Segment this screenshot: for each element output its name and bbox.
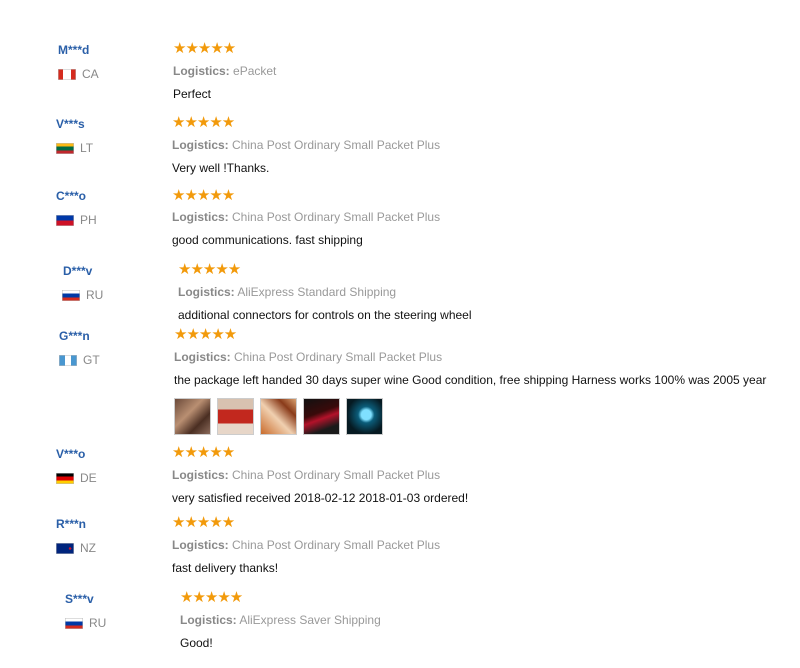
logistics-label: Logistics: [172, 468, 229, 482]
star-rating: ★★★★★ [173, 40, 236, 57]
flag-russia-icon [62, 289, 80, 301]
review-photo-thumbnail[interactable] [303, 398, 340, 435]
logistics-method: ePacket [233, 64, 277, 78]
reviewer-name[interactable]: R***n [56, 517, 86, 531]
logistics-info: Logistics: AliExpress Standard Shipping [178, 285, 396, 299]
feedback-text: good communications. fast shipping [172, 233, 363, 247]
feedback-text: the package left handed 30 days super wi… [174, 373, 767, 387]
review-photos [174, 398, 383, 435]
logistics-label: Logistics: [172, 210, 229, 224]
logistics-method: AliExpress Standard Shipping [237, 285, 397, 299]
country-code: LT [80, 141, 94, 155]
star-rating: ★★★★★ [180, 589, 243, 606]
logistics-label: Logistics: [174, 350, 231, 364]
logistics-label: Logistics: [172, 538, 229, 552]
feedback-text: Perfect [173, 87, 212, 101]
logistics-method: China Post Ordinary Small Packet Plus [232, 468, 441, 482]
logistics-info: Logistics: AliExpress Saver Shipping [180, 613, 381, 627]
star-rating: ★★★★★ [172, 514, 235, 531]
logistics-method: China Post Ordinary Small Packet Plus [234, 350, 443, 364]
star-rating: ★★★★★ [178, 261, 241, 278]
logistics-info: Logistics: China Post Ordinary Small Pac… [172, 138, 440, 152]
reviewer-name[interactable]: C***o [56, 189, 86, 203]
feedback-text: Very well !Thanks. [172, 161, 270, 175]
reviewer-country: CA [58, 67, 99, 81]
country-code: NZ [80, 541, 96, 555]
star-rating: ★★★★★ [172, 187, 235, 204]
logistics-label: Logistics: [173, 64, 230, 78]
country-code: GT [83, 353, 100, 367]
logistics-method: China Post Ordinary Small Packet Plus [232, 210, 441, 224]
reviewer-country: RU [62, 288, 103, 302]
star-rating: ★★★★★ [174, 326, 237, 343]
country-code: RU [86, 288, 104, 302]
logistics-info: Logistics: ePacket [173, 64, 276, 78]
flag-canada-icon [58, 68, 76, 80]
logistics-info: Logistics: China Post Ordinary Small Pac… [172, 538, 440, 552]
flag-new-zealand-icon [56, 542, 74, 554]
feedback-text: additional connectors for controls on th… [178, 308, 472, 322]
review-photo-thumbnail[interactable] [346, 398, 383, 435]
reviewer-country: GT [59, 353, 100, 367]
reviewer-name[interactable]: V***s [56, 117, 85, 131]
logistics-label: Logistics: [172, 138, 229, 152]
review-photo-thumbnail[interactable] [217, 398, 254, 435]
logistics-method: AliExpress Saver Shipping [239, 613, 381, 627]
review-photo-thumbnail[interactable] [174, 398, 211, 435]
flag-guatemala-icon [59, 354, 77, 366]
country-code: CA [82, 67, 99, 81]
reviewer-country: DE [56, 471, 97, 485]
feedback-text: Good! [180, 636, 213, 650]
logistics-label: Logistics: [178, 285, 235, 299]
star-rating: ★★★★★ [172, 444, 235, 461]
feedback-text: very satisfied received 2018-02-12 2018-… [172, 491, 469, 505]
feedback-text: fast delivery thanks! [172, 561, 279, 575]
logistics-method: China Post Ordinary Small Packet Plus [232, 138, 441, 152]
star-rating: ★★★★★ [172, 114, 235, 131]
logistics-info: Logistics: China Post Ordinary Small Pac… [172, 468, 440, 482]
reviewer-country: LT [56, 141, 93, 155]
reviewer-country: PH [56, 213, 97, 227]
reviewer-name[interactable]: S***v [65, 592, 94, 606]
flag-germany-icon [56, 472, 74, 484]
reviewer-country: RU [65, 616, 106, 630]
flag-russia-icon [65, 617, 83, 629]
reviewer-name[interactable]: M***d [58, 43, 89, 57]
country-code: DE [80, 471, 97, 485]
reviewer-country: NZ [56, 541, 96, 555]
country-code: RU [89, 616, 107, 630]
logistics-info: Logistics: China Post Ordinary Small Pac… [172, 210, 440, 224]
reviewer-name[interactable]: D***v [63, 264, 92, 278]
country-code: PH [80, 213, 97, 227]
review-photo-thumbnail[interactable] [260, 398, 297, 435]
reviewer-name[interactable]: V***o [56, 447, 85, 461]
logistics-label: Logistics: [180, 613, 237, 627]
logistics-method: China Post Ordinary Small Packet Plus [232, 538, 441, 552]
reviewer-name[interactable]: G***n [59, 329, 90, 343]
logistics-info: Logistics: China Post Ordinary Small Pac… [174, 350, 442, 364]
flag-lithuania-icon [56, 142, 74, 154]
flag-philippines-icon [56, 214, 74, 226]
